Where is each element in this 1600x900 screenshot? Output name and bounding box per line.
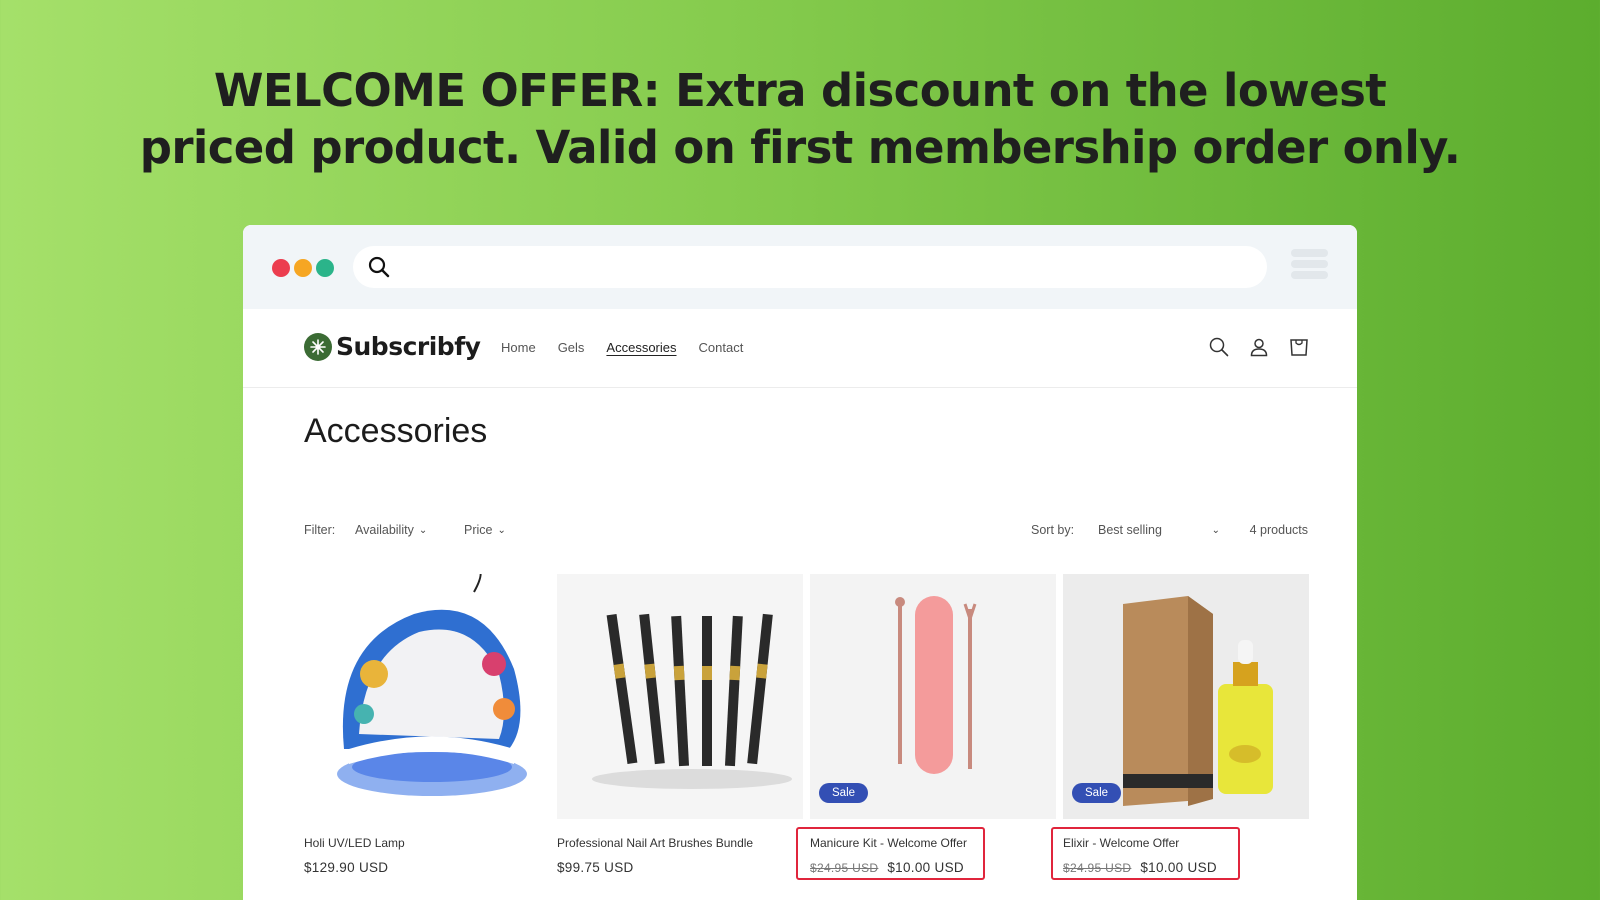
welcome-banner: WELCOME OFFER: Extra discount on the low… bbox=[0, 62, 1600, 176]
filter-label: Filter: bbox=[304, 523, 335, 537]
maximize-window-dot[interactable] bbox=[316, 259, 334, 277]
welcome-offer-highlight bbox=[796, 827, 985, 880]
product-card[interactable]: Holi UV/LED Lamp $129.90 USD bbox=[304, 574, 550, 875]
welcome-offer-highlight bbox=[1051, 827, 1240, 880]
browser-window: Subscribfy Home Gels Accessories Contact… bbox=[243, 225, 1357, 900]
close-window-dot[interactable] bbox=[272, 259, 290, 277]
filter-availability-label: Availability bbox=[355, 523, 414, 537]
product-name[interactable]: Holi UV/LED Lamp bbox=[304, 836, 405, 850]
sale-badge: Sale bbox=[1072, 783, 1122, 803]
product-image[interactable] bbox=[557, 574, 803, 819]
store-header: Subscribfy Home Gels Accessories Contact bbox=[243, 309, 1357, 388]
sort-label-text: Sort by: bbox=[1031, 523, 1075, 537]
sale-badge: Sale bbox=[819, 783, 869, 803]
search-icon bbox=[367, 255, 391, 284]
minimize-window-dot[interactable] bbox=[294, 259, 312, 277]
filter-label-text: Filter: bbox=[304, 523, 336, 537]
product-count-text: 4 products bbox=[1249, 523, 1308, 537]
product-image[interactable]: Sale bbox=[1063, 574, 1309, 819]
browser-menu-icon[interactable] bbox=[1291, 249, 1328, 282]
chevron-down-icon: ⌄ bbox=[497, 524, 506, 536]
sort-label: Sort by: bbox=[1031, 523, 1074, 537]
address-bar[interactable] bbox=[353, 246, 1267, 288]
product-image[interactable] bbox=[304, 574, 550, 819]
window-controls bbox=[272, 259, 334, 277]
product-price: $99.75 USD bbox=[557, 860, 634, 875]
sort-value: Best selling bbox=[1098, 523, 1162, 537]
brand-name: Subscribfy bbox=[336, 332, 481, 361]
chevron-down-icon: ⌄ bbox=[1211, 524, 1220, 536]
price-value: $129.90 USD bbox=[304, 860, 389, 875]
filter-bar: Filter: Availability ⌄ Price ⌄ Sort by: … bbox=[304, 523, 1308, 543]
account-icon[interactable] bbox=[1248, 336, 1270, 358]
banner-line-1: WELCOME OFFER: Extra discount on the low… bbox=[213, 64, 1387, 117]
filter-price-label: Price bbox=[464, 523, 493, 537]
banner-line-2: priced product. Valid on first membershi… bbox=[139, 121, 1461, 174]
product-name[interactable]: Professional Nail Art Brushes Bundle bbox=[557, 836, 753, 850]
page-title: Accessories bbox=[304, 412, 488, 450]
product-count: 4 products bbox=[1250, 523, 1308, 537]
filter-availability[interactable]: Availability ⌄ bbox=[355, 523, 427, 537]
search-icon[interactable] bbox=[1208, 336, 1230, 358]
header-actions bbox=[1208, 336, 1310, 358]
product-image[interactable]: Sale bbox=[810, 574, 1056, 819]
product-price: $129.90 USD bbox=[304, 860, 388, 875]
store-logo[interactable]: Subscribfy bbox=[304, 332, 481, 361]
chevron-down-icon: ⌄ bbox=[418, 524, 428, 536]
sort-select[interactable]: Best selling ⌄ bbox=[1098, 523, 1220, 537]
nav-item-accessories[interactable]: Accessories bbox=[606, 340, 676, 355]
browser-toolbar bbox=[243, 225, 1357, 309]
nav-item-home[interactable]: Home bbox=[501, 340, 536, 355]
product-card[interactable]: Sale Elixir - Welcome Offer $24.95 USD $1… bbox=[1063, 574, 1309, 875]
filter-price[interactable]: Price ⌄ bbox=[464, 523, 506, 537]
logo-mark-icon bbox=[304, 332, 332, 361]
nav-item-contact[interactable]: Contact bbox=[699, 340, 744, 355]
product-card[interactable]: Sale Manicure Kit - Welcome Offer $24.95… bbox=[810, 574, 1056, 875]
product-card[interactable]: Professional Nail Art Brushes Bundle $99… bbox=[557, 574, 803, 875]
price-value: $99.75 USD bbox=[557, 860, 634, 875]
nav-item-gels[interactable]: Gels bbox=[558, 340, 585, 355]
main-nav: Home Gels Accessories Contact bbox=[501, 340, 743, 355]
cart-icon[interactable] bbox=[1288, 336, 1310, 358]
